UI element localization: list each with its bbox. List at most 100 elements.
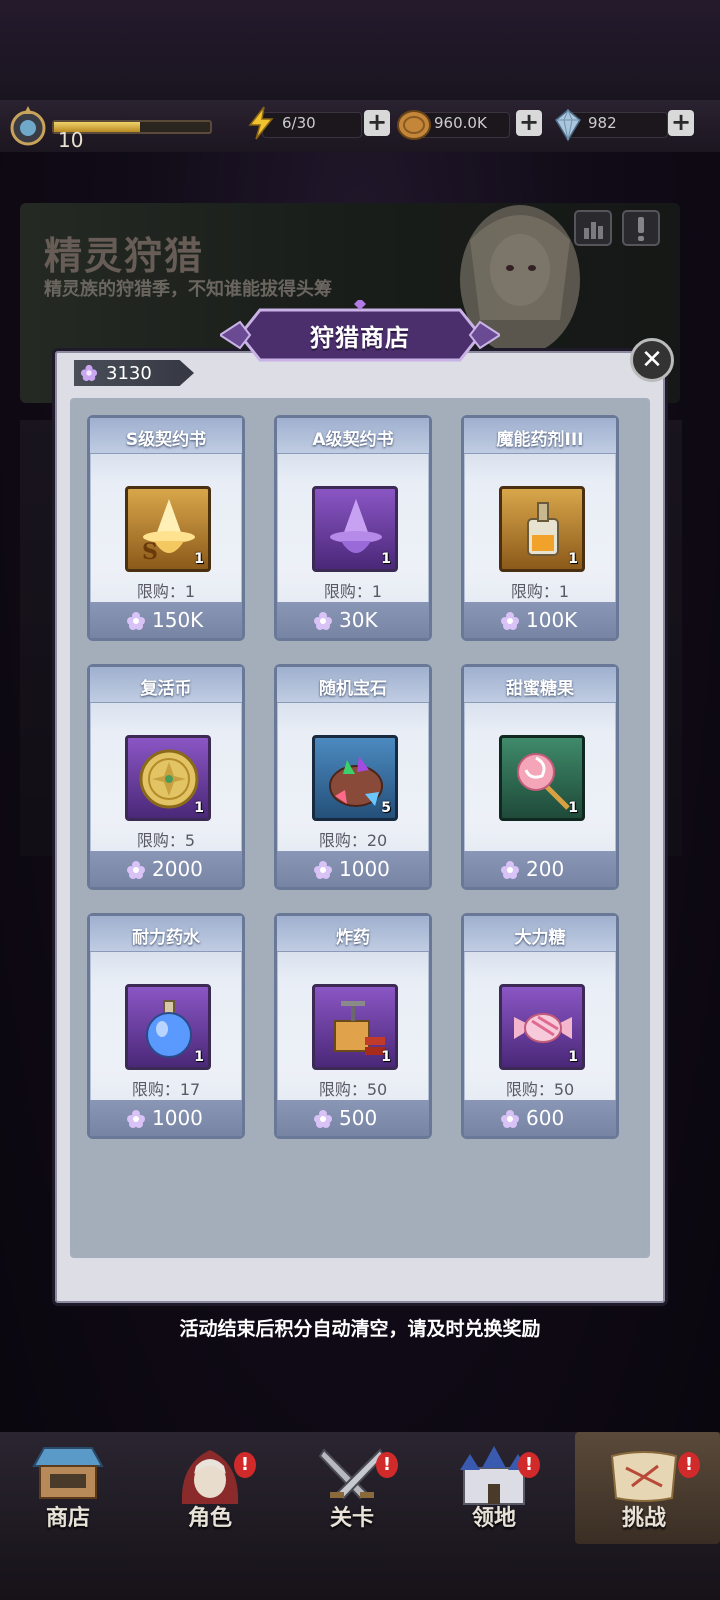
notification-badge: !: [518, 1452, 540, 1478]
item-frame: 1: [499, 486, 585, 572]
diamond-icon: [555, 108, 581, 142]
gold-value: 960.0K: [434, 114, 487, 132]
item-quantity: 1: [381, 551, 391, 567]
item-frame: 1: [499, 735, 585, 821]
price-bar: 200: [464, 851, 616, 887]
shop-notice: 活动结束后积分自动清空，请及时兑换奖励: [179, 1318, 541, 1340]
item-name: A级契约书: [312, 430, 394, 450]
item-quantity: 1: [381, 1049, 391, 1065]
item-name: 耐力药水: [132, 928, 200, 948]
item-name: 复活币: [140, 679, 192, 699]
shop-item-card[interactable]: 随机宝石 5 限购：20 1000: [274, 664, 432, 890]
price-bar: 1000: [90, 1100, 242, 1136]
purchase-limit: 限购：20: [318, 831, 388, 850]
item-price: 150K: [152, 608, 204, 632]
price-bar: 1000: [277, 851, 429, 887]
item-price: 30K: [339, 608, 378, 632]
item-frame: 1: [125, 735, 211, 821]
item-name: 炸药: [336, 928, 370, 948]
item-name: S级契约书: [125, 430, 207, 450]
item-price: 1000: [152, 1106, 203, 1130]
energy-value: 6/30: [282, 114, 316, 132]
item-frame: 5: [312, 735, 398, 821]
add-gems-button[interactable]: +: [668, 110, 694, 136]
nav-label-shop: 商店: [45, 1506, 90, 1531]
item-price: 600: [526, 1106, 565, 1130]
item-quantity: 1: [568, 551, 578, 567]
flower-currency-icon: [80, 364, 98, 382]
item-price: 500: [339, 1106, 378, 1130]
item-price: 200: [526, 857, 565, 881]
item-name: 随机宝石: [319, 679, 387, 699]
nav-label-stages: 关卡: [329, 1506, 374, 1531]
shop-item-card[interactable]: A级契约书 1 限购：1 30K: [274, 415, 432, 641]
item-quantity: 5: [381, 800, 391, 816]
item-name: 大力糖: [514, 928, 566, 948]
shop-item-card[interactable]: 大力糖 1 限购：50 600: [461, 913, 619, 1139]
shop-item-card[interactable]: 耐力药水 1 限购：17 1000: [87, 913, 245, 1139]
purchase-limit: 限购：1: [510, 582, 570, 601]
shop-item-card[interactable]: 魔能药剂III 1 限购：1 100K: [461, 415, 619, 641]
flower-currency-icon: [501, 861, 519, 879]
shop-item-card[interactable]: 复活币 1 限购：5 2000: [87, 664, 245, 890]
shop-item-card[interactable]: S级契约书 S 1 限购：1 150K: [87, 415, 245, 641]
notification-badge: !: [376, 1452, 398, 1478]
flower-currency-icon: [501, 1110, 519, 1128]
close-button[interactable]: ✕: [630, 338, 674, 382]
price-bar: 2000: [90, 851, 242, 887]
svg-text:S: S: [142, 539, 158, 565]
flower-currency-icon: [127, 612, 145, 630]
item-quantity: 1: [194, 800, 204, 816]
item-frame: 1: [125, 984, 211, 1070]
gold-coin-icon: [397, 110, 431, 140]
notification-badge: !: [678, 1452, 700, 1478]
purchase-limit: 限购：1: [323, 582, 383, 601]
price-bar: 600: [464, 1100, 616, 1136]
flower-currency-icon: [127, 1110, 145, 1128]
nav-label-challenge: 挑战: [621, 1506, 666, 1531]
add-energy-button[interactable]: +: [364, 110, 390, 136]
shop-item-card[interactable]: 炸药 1 限购：50 500: [274, 913, 432, 1139]
nav-label-character: 角色: [187, 1506, 232, 1531]
item-frame: 1: [312, 486, 398, 572]
level-emblem-icon: [10, 106, 46, 146]
item-name: 甜蜜糖果: [506, 679, 574, 699]
nav-label-territory: 领地: [471, 1506, 516, 1531]
item-price: 2000: [152, 857, 203, 881]
price-bar: 100K: [464, 602, 616, 638]
flower-currency-icon: [501, 612, 519, 630]
item-frame: 1: [499, 984, 585, 1070]
flower-currency-icon: [314, 1110, 332, 1128]
item-frame: S 1: [125, 486, 211, 572]
character-icon: [181, 1450, 239, 1504]
crossed-swords-icon: [318, 1448, 386, 1500]
price-bar: 500: [277, 1100, 429, 1136]
item-quantity: 1: [568, 800, 578, 816]
item-quantity: 1: [194, 1049, 204, 1065]
notification-badge: !: [234, 1452, 256, 1478]
price-bar: 30K: [277, 602, 429, 638]
purchase-limit: 限购：50: [318, 1080, 388, 1099]
price-bar: 150K: [90, 602, 242, 638]
points-value: 3130: [106, 363, 152, 384]
shop-item-card[interactable]: 甜蜜糖果 1 200: [461, 664, 619, 890]
flower-currency-icon: [127, 861, 145, 879]
item-frame: 1: [312, 984, 398, 1070]
top-backdrop: [0, 0, 720, 100]
item-price: 100K: [526, 608, 578, 632]
flower-currency-icon: [314, 612, 332, 630]
item-price: 1000: [339, 857, 390, 881]
item-quantity: 1: [568, 1049, 578, 1065]
points-counter: 3130: [74, 360, 194, 386]
shop-title: 狩猎商店: [310, 324, 410, 352]
purchase-limit: 限购：5: [136, 831, 196, 850]
shop-stall-icon: [32, 1447, 104, 1499]
purchase-limit: 限购：50: [505, 1080, 575, 1099]
purchase-limit: 限购：17: [131, 1080, 201, 1099]
player-level: 10: [58, 128, 84, 152]
gem-value: 982: [588, 114, 617, 132]
flower-currency-icon: [314, 861, 332, 879]
scroll-map-icon: [610, 1451, 678, 1502]
lightning-icon: [248, 106, 274, 140]
add-gold-button[interactable]: +: [516, 110, 542, 136]
